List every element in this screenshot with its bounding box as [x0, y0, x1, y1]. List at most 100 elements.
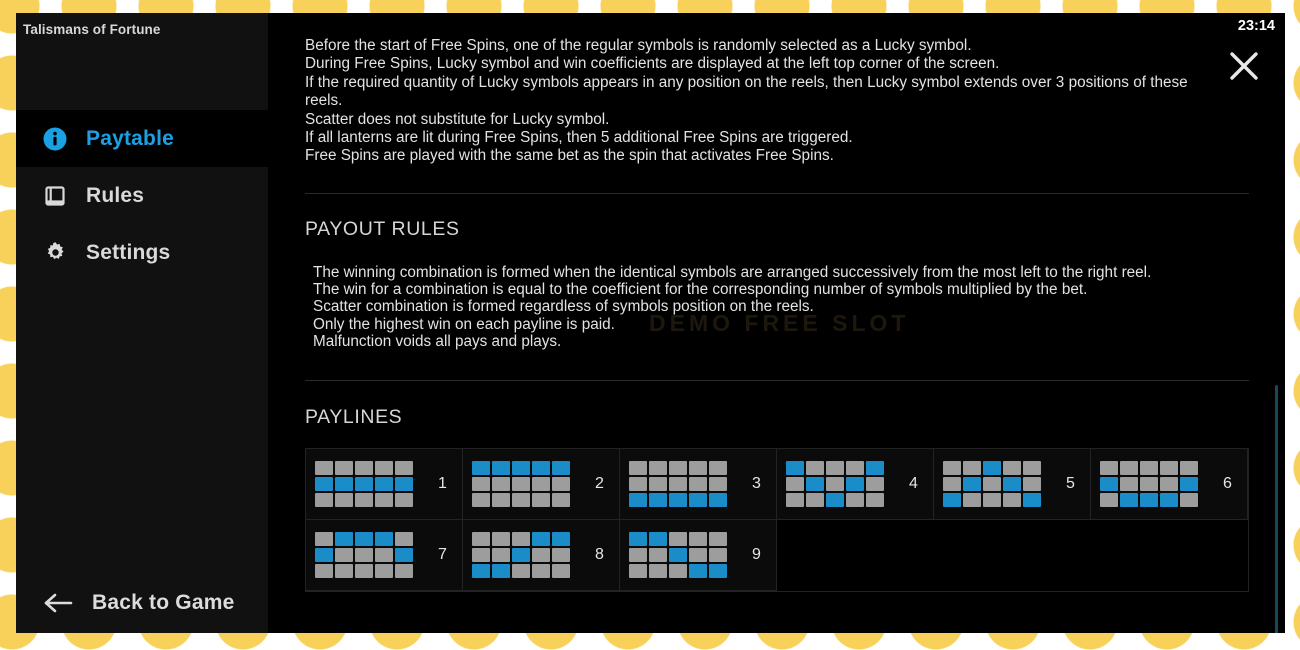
payline-cell-inactive — [472, 532, 490, 547]
scrollbar-thumb[interactable] — [1275, 385, 1278, 633]
payline-cell-inactive — [395, 493, 413, 508]
intro-line: During Free Spins, Lucky symbol and win … — [305, 55, 1000, 73]
payline-cell-inactive — [395, 532, 413, 547]
payline-cell-active — [669, 548, 687, 563]
payline-cell-active — [492, 461, 510, 476]
payline-cell-inactive — [512, 493, 530, 508]
payline-cell-active — [532, 532, 550, 547]
payline-cell-inactive — [492, 477, 510, 492]
payline-cell-inactive — [866, 477, 884, 492]
payline-cell-active — [629, 493, 647, 508]
payline-cell-inactive — [315, 532, 333, 547]
payline-cell-active — [315, 548, 333, 563]
payline-cell-inactive — [649, 477, 667, 492]
payline-cell-active — [395, 477, 413, 492]
payline-cell-inactive — [806, 461, 824, 476]
payline-number: 6 — [1223, 475, 1232, 493]
payline-cell-inactive — [1140, 477, 1158, 492]
payline-cell-active — [492, 564, 510, 579]
payline-cell: 8 — [463, 520, 620, 592]
payline-cell-inactive — [689, 461, 707, 476]
intro-line: Before the start of Free Spins, one of t… — [305, 37, 972, 54]
payline-pattern-grid — [629, 532, 727, 579]
payline-cell-inactive — [689, 477, 707, 492]
divider-above-paylines — [305, 380, 1249, 382]
payline-cell-inactive — [649, 548, 667, 563]
payline-cell: 3 — [620, 449, 777, 521]
free-spins-intro-paragraph: Before the start of Free Spins, one of t… — [305, 37, 1205, 166]
sidebar-item-label-paytable: Paytable — [86, 126, 174, 150]
payline-cell-active — [472, 461, 490, 476]
payline-cell-inactive — [355, 461, 373, 476]
payline-cell-inactive — [1120, 461, 1138, 476]
payline-cell-inactive — [806, 493, 824, 508]
payline-cell-inactive — [552, 493, 570, 508]
payline-cell-inactive — [1023, 461, 1041, 476]
payline-cell-inactive — [826, 461, 844, 476]
payline-cell-inactive — [1023, 477, 1041, 492]
divider-above-payout-rules — [305, 192, 1249, 194]
clock: 23:14 — [1237, 18, 1275, 34]
payline-cell-active — [375, 532, 393, 547]
payline-cell: 5 — [934, 449, 1091, 521]
payline-number: 3 — [752, 475, 761, 493]
payline-cell-inactive — [709, 548, 727, 563]
payline-cell: 2 — [463, 449, 620, 521]
payline-cell-active — [786, 461, 804, 476]
payline-cell-inactive — [355, 548, 373, 563]
payline-cell-empty — [1091, 520, 1248, 592]
payline-cell-inactive — [395, 461, 413, 476]
payline-pattern-grid — [786, 461, 884, 508]
payline-pattern-grid — [315, 461, 413, 508]
sidebar-item-rules[interactable]: Rules — [16, 167, 268, 224]
payline-cell-inactive — [1160, 477, 1178, 492]
info-circle-icon — [38, 124, 72, 154]
payline-pattern-grid — [472, 461, 570, 508]
payline-cell-inactive — [1180, 493, 1198, 508]
payline-cell-active — [649, 493, 667, 508]
payline-cell-inactive — [532, 564, 550, 579]
sidebar-item-paytable[interactable]: Paytable — [16, 110, 268, 167]
payline-number: 5 — [1066, 475, 1075, 493]
intro-line: Scatter does not substitute for Lucky sy… — [305, 110, 610, 128]
payline-cell-active — [709, 564, 727, 579]
payline-cell-inactive — [709, 461, 727, 476]
payline-cell-inactive — [846, 461, 864, 476]
payline-cell-inactive — [1003, 493, 1021, 508]
back-to-game-button[interactable]: Back to Game — [16, 573, 268, 633]
content-scroll-area[interactable]: 23:14 Before the start of Free Spins, on… — [269, 13, 1285, 633]
payline-number: 2 — [595, 475, 604, 493]
payline-cell-inactive — [375, 461, 393, 476]
payline-cell-inactive — [472, 477, 490, 492]
payline-cell-inactive — [629, 477, 647, 492]
payline-cell-inactive — [826, 477, 844, 492]
payline-cell-active — [375, 477, 393, 492]
payline-cell-inactive — [983, 477, 1001, 492]
book-icon — [38, 181, 72, 211]
close-icon[interactable] — [1224, 46, 1264, 86]
intro-line: Free Spins are played with the same bet … — [305, 147, 834, 165]
payline-cell-active — [1023, 493, 1041, 508]
payline-pattern-grid — [629, 461, 727, 508]
payline-cell-active — [709, 493, 727, 508]
payline-cell-active — [649, 532, 667, 547]
sidebar-item-settings[interactable]: Settings — [16, 224, 268, 281]
payline-cell-active — [669, 493, 687, 508]
payline-cell-inactive — [512, 477, 530, 492]
payline-cell-inactive — [552, 477, 570, 492]
payline-cell-inactive — [512, 564, 530, 579]
payout-rules-heading: PAYOUT RULES — [305, 217, 460, 240]
payline-cell-active — [355, 532, 373, 547]
payline-cell-active — [335, 477, 353, 492]
payline-cell-active — [552, 532, 570, 547]
sidebar-title-spacer — [16, 37, 268, 110]
payline-cell-inactive — [1120, 477, 1138, 492]
payline-cell-active — [355, 477, 373, 492]
payline-number: 7 — [438, 546, 447, 564]
gear-icon — [38, 238, 72, 268]
payline-cell-inactive — [846, 493, 864, 508]
payline-cell: 7 — [306, 520, 463, 592]
payline-cell-inactive — [629, 548, 647, 563]
payline-cell-active — [1140, 493, 1158, 508]
payline-cell-active — [1120, 493, 1138, 508]
